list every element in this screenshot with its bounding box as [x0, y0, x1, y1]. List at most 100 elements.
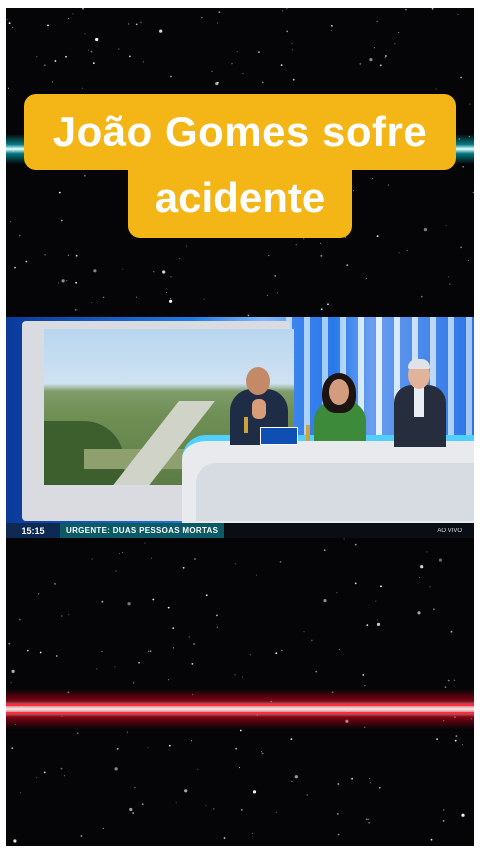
star: [252, 790, 257, 794]
star: [173, 647, 174, 649]
star: [170, 75, 172, 78]
star: [448, 276, 450, 278]
star: [234, 674, 236, 676]
star: [142, 61, 144, 63]
star: [172, 627, 175, 629]
star: [368, 818, 370, 820]
star: [52, 81, 53, 83]
star: [128, 23, 130, 25]
star: [61, 279, 65, 283]
star: [122, 552, 124, 554]
star: [461, 744, 463, 746]
star: [205, 594, 208, 597]
star: [13, 839, 17, 843]
star: [186, 245, 187, 247]
star: [385, 55, 387, 57]
star: [19, 792, 21, 794]
star: [438, 558, 442, 562]
star: [380, 585, 382, 588]
star: [467, 259, 469, 261]
star: [449, 283, 451, 285]
star: [149, 650, 152, 653]
star: [235, 747, 238, 750]
star: [315, 670, 318, 673]
star: [44, 254, 46, 256]
star: [306, 794, 308, 796]
star: [398, 252, 400, 254]
star: [443, 809, 445, 811]
star: [241, 676, 243, 678]
star: [6, 19, 8, 21]
star: [54, 60, 57, 62]
star: [365, 277, 367, 279]
star: [369, 58, 373, 62]
star: [249, 654, 251, 656]
star: [379, 64, 382, 67]
star: [447, 679, 450, 682]
star: [373, 47, 375, 49]
star: [129, 807, 133, 812]
headline-caption: João Gomes sofre acidente: [24, 94, 456, 238]
star: [216, 22, 218, 24]
star: [460, 246, 462, 249]
star: [152, 598, 155, 601]
star: [61, 615, 63, 617]
ticker-time: 15:15: [6, 523, 60, 538]
star: [197, 768, 199, 770]
star: [43, 771, 46, 774]
star: [234, 563, 236, 565]
star: [462, 165, 465, 168]
star: [191, 740, 193, 742]
star: [153, 271, 155, 273]
star: [126, 731, 128, 733]
anchor-1-head: [246, 367, 270, 395]
star: [134, 787, 136, 789]
story-frame: João Gomes sofre acidente 15:15 URGENTE:…: [6, 8, 474, 846]
star: [256, 574, 258, 576]
star: [136, 296, 138, 298]
star: [331, 25, 333, 27]
star: [141, 803, 144, 806]
star: [132, 812, 135, 814]
star: [457, 14, 459, 15]
star: [260, 751, 262, 753]
star: [275, 811, 277, 813]
star: [184, 789, 188, 793]
star: [291, 49, 293, 51]
star: [18, 618, 21, 621]
star: [74, 309, 77, 311]
star: [213, 808, 215, 810]
star: [398, 32, 400, 34]
star: [169, 299, 173, 303]
news-video[interactable]: 15:15 URGENTE: DUAS PESSOAS MORTAS AO VI…: [6, 317, 474, 538]
star: [279, 561, 282, 563]
star: [242, 73, 244, 75]
star: [365, 818, 368, 821]
star: [138, 661, 141, 664]
star: [339, 648, 341, 650]
red-light-beam-core: [6, 704, 474, 714]
desk-logo-sign: [260, 427, 298, 445]
star: [81, 87, 83, 89]
star: [280, 64, 283, 66]
star: [162, 270, 166, 274]
star: [14, 266, 16, 269]
star: [135, 23, 138, 26]
star: [201, 17, 203, 19]
star: [218, 11, 221, 13]
star: [419, 577, 421, 579]
star: [151, 557, 153, 559]
star: [39, 651, 42, 654]
star: [148, 650, 150, 652]
star: [178, 257, 180, 259]
star: [65, 55, 67, 58]
star: [436, 738, 438, 740]
star: [368, 821, 371, 824]
star: [60, 767, 63, 770]
star: [194, 558, 196, 560]
star: [203, 298, 205, 300]
star: [435, 88, 437, 90]
star: [147, 747, 149, 749]
star: [252, 833, 253, 835]
star: [140, 21, 142, 23]
